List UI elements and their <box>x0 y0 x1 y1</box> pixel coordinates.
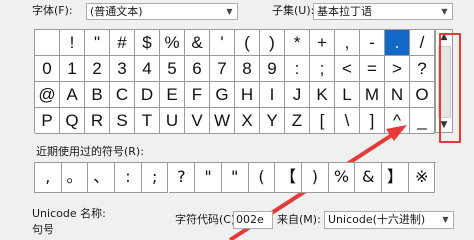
from-label: 来自(M): <box>277 213 321 226</box>
recent-symbols-row[interactable]: ,。、:;? " "(【)% &】 ※ <box>34 162 436 193</box>
char-name: 句号 <box>32 223 54 236</box>
char-code-value: 002e <box>236 213 264 226</box>
from-dropdown[interactable]: Unicode(十六进制) ▼ <box>324 211 454 229</box>
recent-symbol-cell[interactable]: ) <box>302 163 329 193</box>
recent-symbol-cell[interactable]: ( <box>248 163 276 193</box>
recent-symbol-cell[interactable]: " <box>195 163 222 193</box>
recent-symbol-cell[interactable]: " <box>221 163 249 193</box>
unicode-name-label: Unicode 名称: <box>32 207 106 220</box>
annotation-arrow <box>228 125 407 240</box>
recent-symbol-cell[interactable]: ※ <box>408 163 436 193</box>
recent-symbol-cell[interactable]: , <box>35 163 62 193</box>
recent-label: 近期使用过的符号(R): <box>36 145 144 158</box>
recent-symbol-cell[interactable]: 。 <box>61 163 89 193</box>
chevron-down-icon: ▼ <box>438 212 453 227</box>
recent-symbol-cell[interactable]: % <box>328 163 356 193</box>
recent-symbol-cell[interactable]: : <box>115 163 142 193</box>
recent-symbol-cell[interactable]: ; <box>141 163 169 193</box>
recent-symbol-cell[interactable]: 】 <box>382 163 409 193</box>
from-value: Unicode(十六进制) <box>328 213 426 226</box>
recent-symbol-cell[interactable]: ? <box>168 163 196 193</box>
char-code-label: 字符代码(C): <box>175 213 239 226</box>
recent-symbol-cell[interactable]: & <box>355 163 383 193</box>
recent-symbol-cell[interactable]: 、 <box>88 163 116 193</box>
recent-symbol-cell[interactable]: 【 <box>275 163 302 193</box>
char-code-input[interactable]: 002e <box>233 211 273 229</box>
